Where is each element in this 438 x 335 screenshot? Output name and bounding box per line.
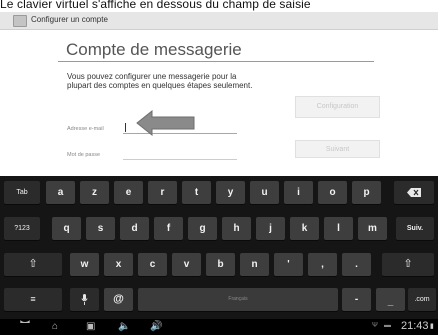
recent-apps-icon[interactable]: ▣: [86, 321, 95, 333]
password-field[interactable]: [123, 148, 237, 160]
key-j[interactable]: j: [256, 217, 285, 240]
left-arrow-annotation-icon: [136, 110, 195, 136]
keyboard-settings-key[interactable]: ≡: [4, 288, 62, 311]
key-v[interactable]: v: [172, 253, 201, 276]
app-title: Configurer un compte: [31, 15, 108, 24]
volume-down-icon[interactable]: 🔈: [118, 321, 130, 333]
numbers-key[interactable]: ?123: [4, 217, 40, 240]
key-s[interactable]: s: [86, 217, 115, 240]
email-label: Adresse e-mail: [67, 126, 104, 132]
key-u[interactable]: u: [250, 181, 279, 204]
key-h[interactable]: h: [222, 217, 251, 240]
backspace-icon: [407, 187, 421, 197]
space-key[interactable]: Français: [138, 288, 338, 311]
system-navigation-bar: ︼ ⌂ ▣ 🔈 🔊 Ψ ▬ 21:43 ▮: [0, 319, 438, 335]
key-period[interactable]: .: [342, 253, 371, 276]
email-app-icon: [13, 15, 27, 27]
key-comma[interactable]: ,: [308, 253, 337, 276]
com-key[interactable]: .com: [408, 288, 436, 311]
caption: Le clavier virtuel s'affiche en dessous …: [0, 0, 311, 11]
usb-icon: Ψ: [372, 322, 378, 329]
clock: 21:43: [401, 320, 429, 332]
key-p[interactable]: p: [352, 181, 381, 204]
key-k[interactable]: k: [290, 217, 319, 240]
keyboard-settings-icon: ≡: [30, 294, 36, 304]
key-r[interactable]: r: [148, 181, 177, 204]
home-icon[interactable]: ⌂: [52, 321, 58, 333]
description-text: Vous pouvez configurer une messagerie po…: [67, 72, 253, 90]
key-t[interactable]: t: [182, 181, 211, 204]
key-e[interactable]: e: [114, 181, 143, 204]
notification-icon: ▬: [384, 322, 391, 329]
virtual-keyboard: Tab a z e r t y u i o p ?123 q s d f g h…: [0, 176, 438, 319]
at-key[interactable]: @: [104, 288, 133, 311]
underscore-key[interactable]: _: [376, 288, 405, 311]
key-i[interactable]: i: [284, 181, 313, 204]
key-w[interactable]: w: [70, 253, 99, 276]
shift-key-left[interactable]: ⇧: [4, 253, 62, 276]
key-x[interactable]: x: [104, 253, 133, 276]
dash-key[interactable]: -: [342, 288, 371, 311]
key-y[interactable]: y: [216, 181, 245, 204]
key-n[interactable]: n: [240, 253, 269, 276]
key-o[interactable]: o: [318, 181, 347, 204]
next-key[interactable]: Suiv.: [396, 217, 434, 240]
page-title: Compte de messagerie: [66, 40, 242, 59]
key-q[interactable]: q: [52, 217, 81, 240]
manual-config-button[interactable]: Configuration: [295, 96, 380, 118]
text-cursor: [125, 123, 126, 132]
volume-up-icon[interactable]: 🔊: [150, 321, 162, 333]
microphone-icon: [81, 293, 88, 305]
password-label: Mot de passe: [67, 152, 101, 158]
shift-icon: ⇧: [28, 258, 38, 270]
key-b[interactable]: b: [206, 253, 235, 276]
key-m[interactable]: m: [358, 217, 387, 240]
key-a[interactable]: a: [46, 181, 75, 204]
key-apostrophe[interactable]: ': [274, 253, 303, 276]
backspace-key[interactable]: [394, 181, 434, 204]
key-l[interactable]: l: [324, 217, 353, 240]
next-button[interactable]: Suivant: [295, 140, 380, 158]
key-z[interactable]: z: [80, 181, 109, 204]
key-f[interactable]: f: [154, 217, 183, 240]
heading-divider: [58, 61, 374, 62]
battery-icon: ▮: [430, 323, 434, 330]
shift-icon: ⇧: [403, 258, 413, 270]
mic-key[interactable]: [70, 288, 99, 311]
tab-key[interactable]: Tab: [4, 181, 40, 204]
title-bar: Configurer un compte: [0, 12, 438, 30]
key-g[interactable]: g: [188, 217, 217, 240]
key-d[interactable]: d: [120, 217, 149, 240]
shift-key-right[interactable]: ⇧: [382, 253, 434, 276]
back-icon[interactable]: ︼: [20, 321, 30, 333]
key-c[interactable]: c: [138, 253, 167, 276]
